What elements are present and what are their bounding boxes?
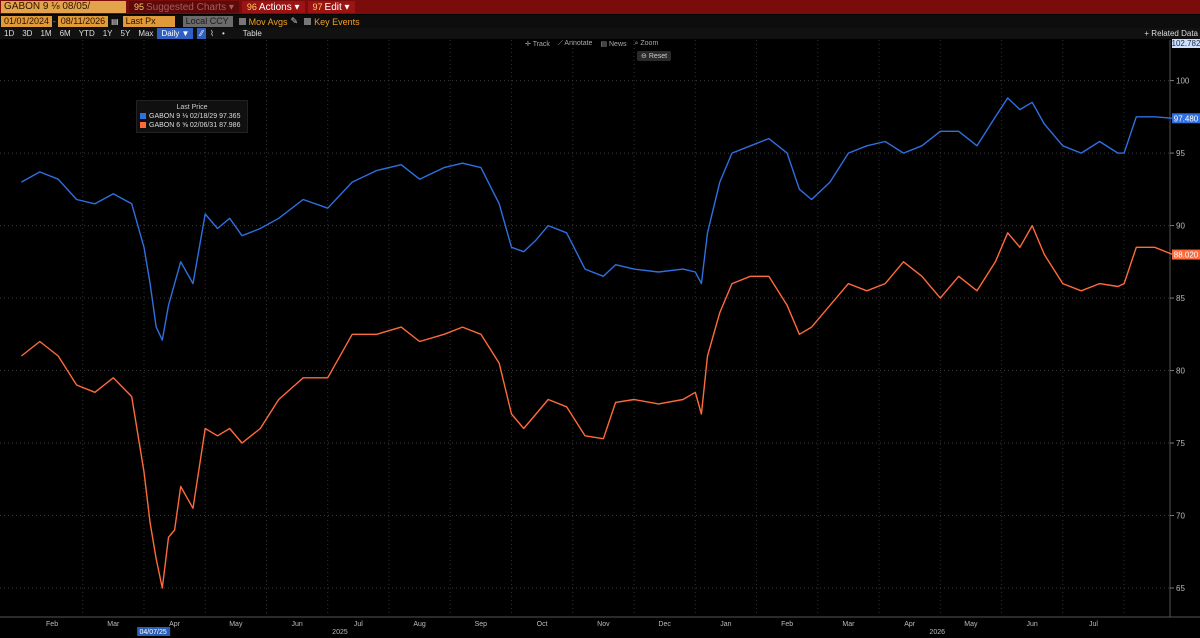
top-badge: 102.782 [1172,39,1200,48]
y-tick-label: 80 [1176,367,1185,376]
chart-legend[interactable]: Last Price GABON 9 ⅛ 02/18/29 97.365 GAB… [136,100,248,133]
legend-swatch-gabon-31 [140,122,146,129]
y-tick-label: 100 [1176,77,1190,86]
x-tick-label: Nov [597,621,610,628]
x-tick-label: Jan [720,621,731,628]
x-tick-label: Sep [475,621,488,628]
y-tick-label: 95 [1176,149,1185,158]
y-tick-label: 70 [1176,512,1185,521]
last-value-badge-0: 97.480 [1174,114,1199,123]
year-label: 2026 [929,629,945,636]
x-tick-label: Feb [781,621,793,628]
x-tick-label: Mar [842,621,855,628]
y-tick-label: 65 [1176,584,1185,593]
legend-swatch-gabon-29 [140,113,146,120]
x-tick-label: Apr [169,621,181,628]
x-tick-label: Jul [1089,621,1098,628]
x-tick-label: Oct [537,621,548,628]
legend-label-gabon-29: GABON 9 ⅛ 02/18/29 [149,113,218,120]
x-tick-label: Jul [354,621,363,628]
x-tick-label: May [229,621,243,628]
y-tick-label: 75 [1176,439,1185,448]
y-tick-label: 90 [1176,222,1185,231]
x-tick-label: Aug [413,621,426,628]
price-chart[interactable]: 65 70 75 80 85 90 95 100 Feb Mar Apr May Jun Jul Aug Se… [0,0,1200,638]
legend-item-gabon-29: GABON 9 ⅛ 02/18/29 97.365 [140,112,244,121]
x-tick-label: Apr [904,621,916,628]
x-tick-label: May [964,621,978,628]
x-tick-label: Feb [46,621,58,628]
legend-value-gabon-29: 97.365 [219,113,241,120]
legend-label-gabon-31: GABON 6 ⅝ 02/06/31 [149,122,218,129]
series-line-0 [21,97,1174,341]
x-tick-label: Mar [107,621,120,628]
x-marker-label: 04/07/25 [140,629,167,636]
x-tick-label: Jun [1027,621,1038,628]
x-tick-label: Dec [658,621,671,628]
y-tick-label: 85 [1176,294,1185,303]
legend-value-gabon-31: 87.986 [219,122,241,129]
year-label: 2025 [332,629,348,636]
x-tick-label: Jun [291,621,302,628]
legend-title: Last Price [176,104,208,111]
legend-item-gabon-31: GABON 6 ⅝ 02/06/31 87.986 [140,121,244,130]
last-value-badge-1: 88.020 [1174,251,1199,260]
